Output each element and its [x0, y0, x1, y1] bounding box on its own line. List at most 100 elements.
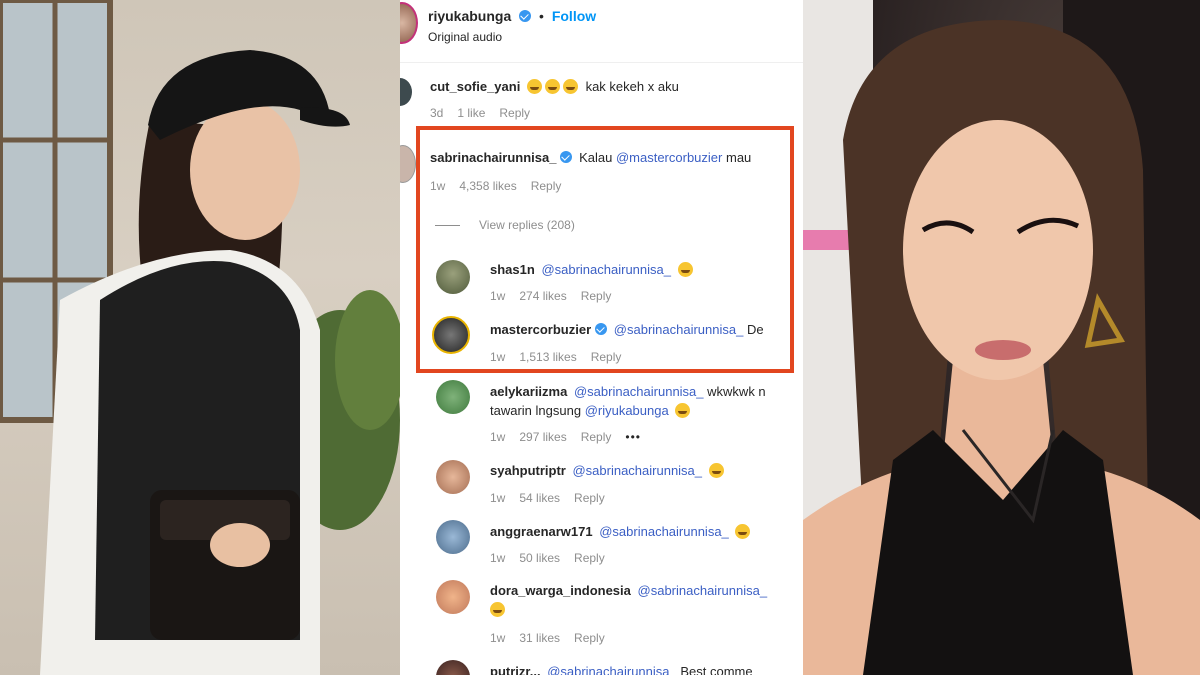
verified-badge-icon [560, 151, 573, 163]
woman-in-cap-illustration [0, 0, 400, 675]
more-options-icon[interactable]: ••• [625, 430, 641, 444]
left-photo [0, 0, 400, 675]
comment-likes[interactable]: 274 likes [519, 289, 566, 303]
mention-link[interactable]: @sabrinachairunnisa_ [574, 384, 704, 399]
right-photo [803, 0, 1200, 675]
comment-time: 1w [430, 179, 446, 193]
rofl-emoji-icon [735, 524, 751, 539]
post-author-avatar[interactable] [400, 2, 418, 44]
comment-text: De [746, 322, 764, 337]
avatar[interactable] [400, 145, 416, 183]
avatar[interactable] [436, 260, 470, 294]
reply-button[interactable]: Reply [581, 289, 612, 303]
comment-time: 1w [490, 430, 506, 444]
reply-button[interactable]: Reply [574, 631, 605, 645]
laughing-emoji-icon [562, 79, 578, 94]
reply-shas1n: shas1n @sabrinachairunnisa_ [490, 262, 693, 277]
comment-meta: 1w 54 likes Reply [490, 491, 619, 505]
comment-time: 3d [430, 106, 444, 120]
comment-text: Kalau [579, 150, 613, 165]
reply-button[interactable]: Reply [499, 106, 530, 120]
reply-partial: putrizr... @sabrinachairunnisa_ Best com… [490, 664, 753, 675]
crying-emoji-icon [677, 262, 693, 277]
avatar[interactable] [436, 660, 470, 675]
verified-badge-icon [595, 323, 608, 335]
comment-time: 1w [490, 491, 506, 505]
comment-time: 1w [490, 350, 506, 364]
avatar[interactable] [432, 316, 470, 354]
comment-time: 1w [490, 631, 506, 645]
reply-button[interactable]: Reply [581, 430, 612, 444]
follow-button[interactable]: Follow [552, 8, 596, 24]
comment-meta: 1w 274 likes Reply [490, 289, 625, 303]
reply-dora_warga_indonesia: dora_warga_indonesia @sabrinachairunnisa… [490, 583, 767, 598]
mention-link[interactable]: @sabrinachairunnisa_ [638, 583, 768, 598]
reply-aelykariizma: aelykariizma @sabrinachairunnisa_ wkwkwk… [490, 384, 766, 399]
laughing-emoji-icon [490, 602, 505, 617]
comment-likes[interactable]: 50 likes [519, 551, 560, 565]
laughing-emoji-icon [708, 463, 724, 478]
mention-link[interactable]: @sabrinachairunnisa_ [572, 463, 702, 478]
comment-likes[interactable]: 4,358 likes [459, 179, 516, 193]
comment-username[interactable]: dora_warga_indonesia [490, 583, 631, 598]
reply-dora-line2 [490, 602, 505, 617]
reply-mastercorbuzier: mastercorbuzier @sabrinachairunnisa_ De [490, 322, 764, 337]
comment-likes[interactable]: 1,513 likes [519, 350, 576, 364]
avatar[interactable] [436, 460, 470, 494]
reply-aelykariizma-line2: tawarin lngsung @riyukabunga [490, 403, 691, 418]
comment-text: kak kekeh x aku [585, 79, 679, 94]
comment-text: mau [725, 150, 752, 165]
comment-username[interactable]: cut_sofie_yani [430, 79, 520, 94]
comment-text: tawarin lngsung [490, 403, 582, 418]
avatar[interactable] [436, 520, 470, 554]
rofl-emoji-icon [675, 403, 691, 418]
avatar[interactable] [436, 580, 470, 614]
mention-link[interactable]: @mastercorbuzier [616, 150, 722, 165]
mention-link[interactable]: @sabrinachairunnisa_ [541, 262, 671, 277]
view-replies-button[interactable]: View replies (208) [479, 218, 575, 232]
reply-button[interactable]: Reply [591, 350, 622, 364]
avatar[interactable] [436, 380, 470, 414]
reply-syahputriptr: syahputriptr @sabrinachairunnisa_ [490, 463, 724, 478]
comment-text: Best comme [680, 664, 753, 675]
comment-sabrinachairunnisa: sabrinachairunnisa_ Kalau @mastercorbuzi… [430, 150, 751, 165]
comment-likes[interactable]: 1 like [457, 106, 485, 120]
laughing-emoji-icon [544, 79, 560, 94]
avatar[interactable] [400, 78, 412, 106]
comment-username[interactable]: anggraenarw171 [490, 524, 593, 539]
header-divider [400, 62, 803, 63]
mention-link[interactable]: @riyukabunga [585, 403, 669, 418]
comment-username[interactable]: sabrinachairunnisa_ [430, 150, 556, 165]
comment-meta: 3d 1 like Reply [430, 106, 544, 120]
woman-portrait-illustration [803, 0, 1200, 675]
original-audio-label[interactable]: Original audio [428, 30, 502, 44]
comment-likes[interactable]: 31 likes [519, 631, 560, 645]
comment-meta: 1w 1,513 likes Reply [490, 350, 635, 364]
comment-meta: 1w 4,358 likes Reply [430, 179, 575, 193]
mention-link[interactable]: @sabrinachairunnisa_ [547, 664, 677, 675]
comment-username[interactable]: syahputriptr [490, 463, 566, 478]
comment-time: 1w [490, 551, 506, 565]
header-separator: • [539, 8, 544, 24]
comment-meta: 1w 50 likes Reply [490, 551, 619, 565]
comment-username[interactable]: shas1n [490, 262, 535, 277]
mention-link[interactable]: @sabrinachairunnisa_ [614, 322, 744, 337]
reply-button[interactable]: Reply [574, 491, 605, 505]
comment-username[interactable]: putrizr... [490, 664, 541, 675]
mention-link[interactable]: @sabrinachairunnisa_ [599, 524, 729, 539]
comment-meta: 1w 31 likes Reply [490, 631, 619, 645]
reply-button[interactable]: Reply [574, 551, 605, 565]
reply-button[interactable]: Reply [531, 179, 562, 193]
comment-meta: 1w 297 likes Reply ••• [490, 430, 655, 444]
view-replies-line [435, 225, 460, 226]
comments-panel: riyukabunga • Follow Original audio cut_… [400, 0, 803, 675]
post-author-username[interactable]: riyukabunga [428, 8, 511, 24]
comment-username[interactable]: aelykariizma [490, 384, 567, 399]
verified-badge-icon [519, 10, 532, 22]
comment-text: wkwkwk n [707, 384, 766, 399]
reply-anggraenarw171: anggraenarw171 @sabrinachairunnisa_ [490, 524, 751, 539]
post-header: riyukabunga • Follow [428, 8, 596, 24]
comment-likes[interactable]: 297 likes [519, 430, 566, 444]
comment-username[interactable]: mastercorbuzier [490, 322, 591, 337]
comment-likes[interactable]: 54 likes [519, 491, 560, 505]
